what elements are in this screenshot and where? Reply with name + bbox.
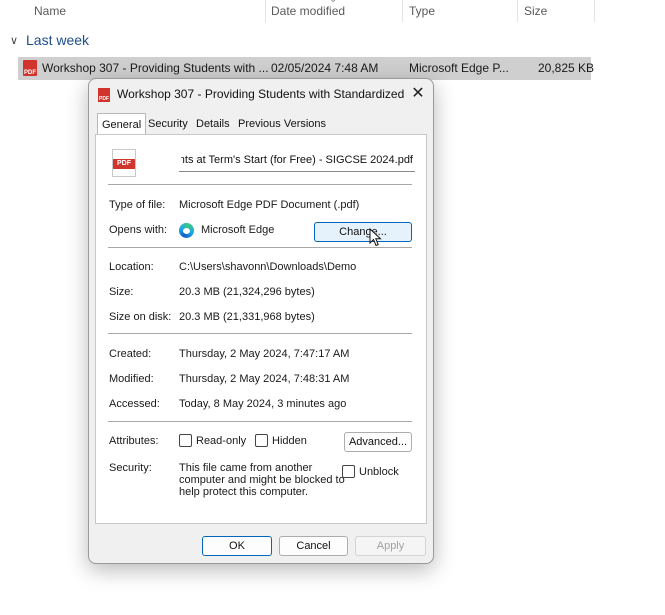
accessed-value: Today, 8 May 2024, 3 minutes ago <box>179 398 347 410</box>
security-label: Security: <box>109 462 152 474</box>
column-divider[interactable] <box>402 0 403 22</box>
tab-details[interactable]: Details <box>192 115 234 134</box>
hidden-checkbox[interactable]: Hidden <box>255 434 307 447</box>
column-date-modified[interactable]: Date modified <box>271 4 345 18</box>
edge-icon <box>179 223 194 238</box>
file-name: Workshop 307 - Providing Students with .… <box>42 61 269 75</box>
location-label: Location: <box>109 261 154 273</box>
size-label: Size: <box>109 286 134 298</box>
mouse-cursor-icon <box>369 228 382 247</box>
checkbox-box[interactable] <box>255 434 268 447</box>
divider <box>108 184 412 185</box>
column-size[interactable]: Size <box>524 4 547 18</box>
file-name-field[interactable] <box>179 149 415 172</box>
created-value: Thursday, 2 May 2024, 7:47:17 AM <box>179 348 350 360</box>
group-header-last-week[interactable]: ∨ Last week <box>10 32 89 48</box>
checkbox-box[interactable] <box>179 434 192 447</box>
tab-general[interactable]: General <box>97 113 147 134</box>
tab-previous-versions[interactable]: Previous Versions <box>234 115 330 134</box>
column-name[interactable]: Name <box>34 4 66 18</box>
change-button[interactable]: Change... <box>314 222 412 242</box>
security-text-line-2: computer and might be blocked to <box>179 474 345 486</box>
advanced-button[interactable]: Advanced... <box>344 432 412 452</box>
chevron-down-icon: ∨ <box>10 34 19 47</box>
properties-dialog: PDF Workshop 307 - Providing Students wi… <box>88 78 434 564</box>
file-size: 20,825 KB <box>538 61 595 75</box>
location-value: C:\Users\shavonn\Downloads\Demo <box>179 261 357 273</box>
size-value: 20.3 MB (21,324,296 bytes) <box>179 286 315 298</box>
file-date: 02/05/2024 7:48 AM <box>271 61 379 75</box>
opens-with-label: Opens with: <box>109 224 168 236</box>
type-label: Type of file: <box>109 199 166 211</box>
dialog-title: Workshop 307 - Providing Students with S… <box>117 87 405 101</box>
column-divider[interactable] <box>265 0 266 22</box>
column-header: Name ⌄ Date modified Type Size <box>0 0 665 24</box>
file-row[interactable]: PDF Workshop 307 - Providing Students wi… <box>18 57 595 80</box>
read-only-checkbox[interactable]: Read-only <box>179 434 246 447</box>
pdf-file-icon: PDF <box>112 149 136 177</box>
unblock-label: Unblock <box>359 465 399 478</box>
column-type[interactable]: Type <box>409 4 435 18</box>
ok-button[interactable]: OK <box>202 536 272 556</box>
security-text-line-3: help protect this computer. <box>179 486 309 498</box>
accessed-label: Accessed: <box>109 398 160 410</box>
security-text-line-1: This file came from another <box>179 462 313 474</box>
divider <box>108 333 412 334</box>
close-icon[interactable]: ✕ <box>407 83 429 105</box>
created-label: Created: <box>109 348 152 360</box>
opens-with-value: Microsoft Edge <box>201 224 275 236</box>
hidden-label: Hidden <box>272 434 307 447</box>
modified-label: Modified: <box>109 373 154 385</box>
checkbox-box[interactable] <box>342 465 355 478</box>
unblock-checkbox[interactable]: Unblock <box>342 465 399 478</box>
tab-security[interactable]: Security <box>144 115 192 134</box>
group-label: Last week <box>26 32 90 48</box>
divider <box>108 421 412 422</box>
size-on-disk-label: Size on disk: <box>109 311 172 323</box>
pdf-file-icon: PDF <box>98 88 110 102</box>
cancel-button[interactable]: Cancel <box>279 536 348 556</box>
type-value: Microsoft Edge PDF Document (.pdf) <box>179 199 360 211</box>
attributes-label: Attributes: <box>109 435 159 447</box>
size-on-disk-value: 20.3 MB (21,331,968 bytes) <box>179 311 315 323</box>
divider <box>108 247 412 248</box>
pdf-file-icon: PDF <box>23 60 37 76</box>
column-divider[interactable] <box>517 0 518 22</box>
dialog-titlebar[interactable]: PDF Workshop 307 - Providing Students wi… <box>89 79 433 109</box>
read-only-label: Read-only <box>196 434 247 447</box>
file-type: Microsoft Edge P... <box>409 61 509 75</box>
general-panel: PDF Type of file: Microsoft Edge PDF Doc… <box>95 134 427 524</box>
apply-button[interactable]: Apply <box>355 536 426 556</box>
modified-value: Thursday, 2 May 2024, 7:48:31 AM <box>179 373 350 385</box>
column-divider[interactable] <box>594 0 595 22</box>
